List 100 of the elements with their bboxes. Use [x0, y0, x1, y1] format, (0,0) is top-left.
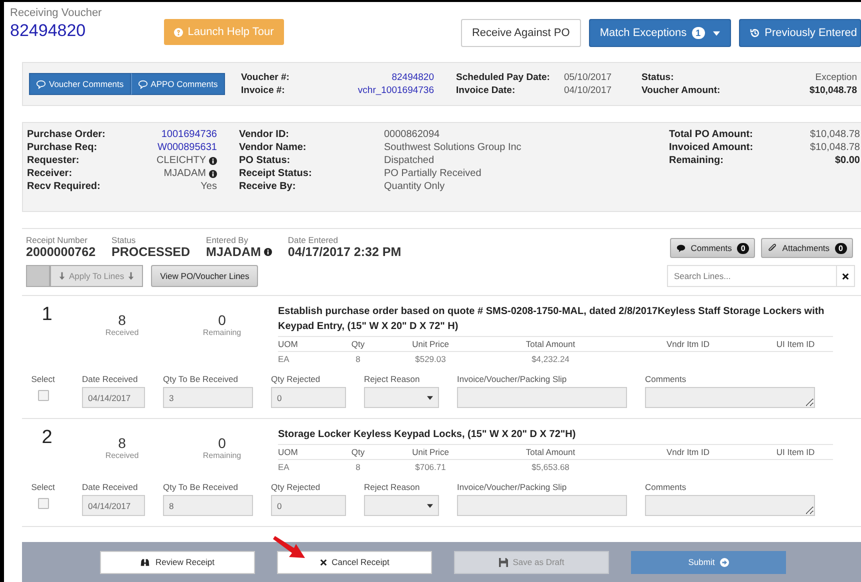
caret-icon: [427, 504, 433, 508]
quantity-field[interactable]: 0: [271, 387, 346, 408]
view-lines-button[interactable]: View PO/Voucher Lines: [151, 265, 258, 287]
table-cell-text: $529.03: [414, 353, 447, 366]
reason-dropdown[interactable]: [364, 495, 439, 516]
binoculars-icon: [140, 558, 150, 566]
caret-icon: [712, 30, 720, 36]
clear-search-button[interactable]: [837, 265, 855, 287]
table-cell-text: EA: [278, 461, 290, 474]
field-label: Select: [31, 482, 55, 492]
field-label: Qty To Be Received: [163, 374, 239, 384]
column-header: Qty: [338, 445, 378, 460]
field-label: Entered By: [206, 235, 250, 245]
footer-button[interactable]: Cancel Receipt: [277, 550, 432, 574]
column-header: UOM: [278, 445, 338, 460]
received-count: 8: [118, 312, 126, 328]
info-icon[interactable]: [209, 170, 217, 178]
field-value: PO Partially Received: [384, 168, 482, 179]
column-header: UOM: [278, 337, 338, 352]
voucher-number: 82494820: [10, 21, 87, 41]
field-label: Qty Rejected: [271, 374, 322, 384]
remaining-label: Remaining: [202, 328, 242, 337]
field-value[interactable]: 82494820: [311, 72, 434, 83]
remaining-label: Remaining: [202, 451, 242, 460]
comments-button[interactable]: APPO Comments: [130, 73, 225, 95]
reason-dropdown[interactable]: [364, 387, 439, 408]
field-label: Remaining:: [669, 155, 724, 166]
field-value: Exception: [814, 72, 857, 83]
comments-field[interactable]: [645, 387, 815, 408]
field-label: Invoice/Voucher/Packing Slip: [457, 482, 568, 492]
input-field[interactable]: [457, 495, 627, 516]
header-action-button[interactable]: Match Exceptions 1: [588, 19, 731, 47]
field-value: Southwest Solutions Group Inc: [384, 142, 522, 153]
field-value: Dispatched: [384, 155, 434, 166]
arrow-down-icon: [128, 272, 134, 280]
received-label: Received: [105, 328, 139, 337]
field-label: Invoice #:: [241, 85, 286, 96]
arrow-circle-icon: [720, 558, 729, 566]
field-label: Vendor ID:: [239, 129, 290, 140]
receipt-button[interactable]: Comments 0: [670, 238, 756, 258]
line-number: 2: [40, 427, 54, 450]
field-value: 04/17/2017 2:32 PM: [288, 245, 402, 259]
header-action-button[interactable]: Receive Against PO: [460, 19, 581, 47]
field-label: Recv Required:: [27, 181, 102, 192]
field-value[interactable]: 1001694736: [161, 129, 217, 140]
field-value: 0000862094: [384, 129, 440, 140]
paperclip-icon: [767, 243, 778, 253]
select-checkbox[interactable]: [38, 498, 48, 509]
field-value[interactable]: W000895631: [158, 142, 217, 153]
info-icon[interactable]: [264, 248, 272, 256]
field-label: Vendor Name:: [239, 142, 308, 153]
table-cell-text: EA: [278, 353, 290, 366]
question-icon: [174, 28, 183, 36]
speech-bubble-icon: [36, 80, 46, 88]
field-label: Purchase Order:: [27, 129, 106, 140]
column-header: Vndr Itm ID: [618, 445, 758, 460]
item-description: Storage Locker Keyless Keypad Locks, (15" W X 20" D X 72"H): [278, 428, 577, 442]
speech-bubble-icon: [676, 244, 686, 252]
quantity-field[interactable]: 0: [271, 495, 346, 516]
field-label: Total PO Amount:: [669, 129, 754, 140]
select-checkbox[interactable]: [38, 390, 48, 401]
field-value: Quantity Only: [384, 181, 445, 192]
field-label: Select: [31, 374, 55, 384]
field-label: Requester:: [27, 155, 80, 166]
field-label: Receive By:: [239, 181, 297, 192]
receipt-button[interactable]: Attachments 0: [761, 238, 853, 258]
field-label: Reject Reason: [364, 374, 421, 384]
field-label: Purchase Req:: [27, 142, 98, 153]
quantity-field[interactable]: 8: [163, 495, 253, 516]
select-all-checkbox[interactable]: [26, 265, 50, 287]
field-value[interactable]: vchr_1001694736: [311, 85, 434, 96]
field-label: Receipt Status:: [239, 168, 313, 179]
date-field[interactable]: 04/14/2017: [82, 387, 145, 408]
input-field[interactable]: [457, 387, 627, 408]
comments-button[interactable]: Voucher Comments: [29, 73, 131, 95]
table-cell-text: 8: [354, 353, 362, 366]
info-icon[interactable]: [209, 156, 217, 164]
remaining-count: 0: [218, 435, 226, 451]
field-value: 05/10/2017: [564, 72, 612, 83]
field-label: Voucher Amount:: [642, 85, 720, 96]
footer-button[interactable]: Submit: [631, 550, 786, 574]
column-header: Vndr Itm ID: [618, 337, 758, 352]
field-label: Invoice Date:: [456, 85, 516, 96]
field-label: Date Entered: [288, 235, 339, 245]
field-label: Date Received: [82, 482, 139, 492]
field-value: $10,048.78: [810, 142, 860, 153]
speech-bubble-icon: [138, 80, 148, 88]
comments-field[interactable]: [645, 495, 815, 516]
footer-button[interactable]: Review Receipt: [100, 550, 255, 574]
caret-icon: [427, 396, 433, 400]
field-label: Comments: [645, 374, 688, 384]
field-value: MJADAM: [206, 245, 261, 259]
field-label: Status:: [642, 72, 675, 83]
date-field[interactable]: 04/14/2017: [82, 495, 145, 516]
field-value: $10,048.78: [808, 85, 857, 96]
search-field[interactable]: Search Lines...: [667, 265, 837, 287]
table-cell-text: $5,653.68: [530, 461, 570, 474]
column-header: UI Item ID: [758, 445, 833, 460]
header-action-button[interactable]: Previously Entered: [738, 19, 861, 47]
quantity-field[interactable]: 3: [163, 387, 253, 408]
